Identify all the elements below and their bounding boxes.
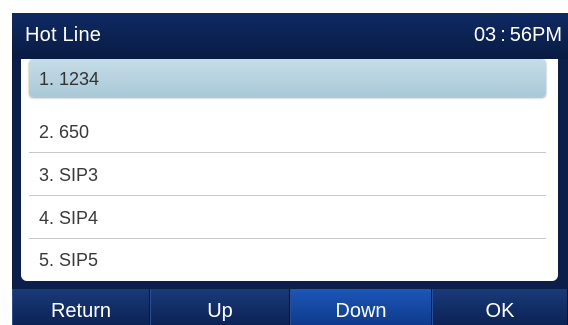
- page-title: Hot Line: [25, 24, 102, 46]
- return-softkey[interactable]: Return: [12, 289, 150, 325]
- up-softkey[interactable]: Up: [150, 289, 290, 325]
- list-item-1[interactable]: 1. 1234: [29, 59, 546, 97]
- row-divider: [29, 195, 546, 196]
- phone-screen: Hot Line 03 : 56PM 1. 1234 2. 650 3. SIP…: [12, 13, 568, 325]
- ok-softkey[interactable]: OK: [432, 289, 568, 325]
- list-item-5[interactable]: 5. SIP5: [29, 239, 546, 281]
- title-bar: Hot Line 03 : 56PM: [12, 13, 568, 59]
- down-softkey[interactable]: Down: [290, 289, 432, 325]
- list-item-label: 4. SIP4: [39, 208, 99, 228]
- row-divider: [29, 152, 546, 153]
- list-item-label: 5. SIP5: [39, 250, 99, 270]
- list-item-label: 1. 1234: [39, 69, 100, 89]
- hotline-list: 1. 1234 2. 650 3. SIP3 4. SIP4 5. SIP5: [21, 59, 558, 281]
- list-item-2[interactable]: 2. 650: [29, 111, 546, 153]
- clock-display: 03 : 56PM: [473, 24, 562, 46]
- list-item-4[interactable]: 4. SIP4: [29, 197, 546, 239]
- list-item-label: 3. SIP3: [39, 165, 99, 185]
- list-item-3[interactable]: 3. SIP3: [29, 154, 546, 196]
- list-item-label: 2. 650: [39, 122, 90, 142]
- softkey-bar: Return Up Down OK: [12, 289, 568, 325]
